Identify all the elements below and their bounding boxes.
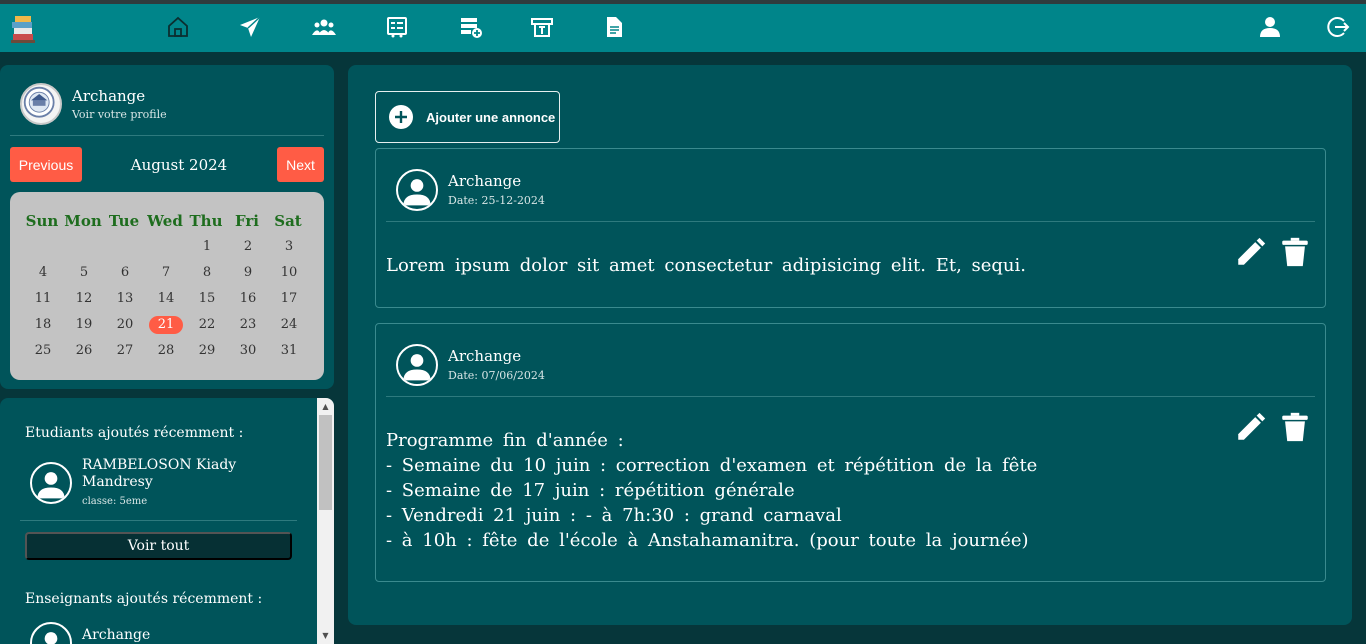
weekday-header: Mon: [64, 212, 102, 230]
calendar-day[interactable]: 12: [67, 290, 101, 308]
calendar-day-today[interactable]: 21: [149, 316, 183, 334]
announcements-panel: Ajouter une annonce Archange Date: 25-12…: [348, 65, 1352, 625]
weekday-header: Wed: [147, 212, 183, 230]
scrollbar[interactable]: ▲ ▼: [317, 398, 334, 644]
view-profile-link[interactable]: Voir votre profile: [72, 108, 167, 121]
teachers-section-title: Enseignants ajoutés récemment :: [25, 591, 263, 607]
home-icon[interactable]: [165, 14, 191, 40]
teacher-name[interactable]: Archange: [82, 627, 282, 644]
scroll-down-arrow[interactable]: ▼: [317, 627, 334, 644]
delete-icon[interactable]: [1278, 410, 1312, 444]
calendar-day[interactable]: 20: [108, 316, 142, 334]
post-author: Archange: [448, 172, 522, 190]
calendar-day[interactable]: 22: [190, 316, 224, 334]
next-month-button[interactable]: Next: [277, 147, 324, 182]
calendar-day[interactable]: 9: [231, 264, 265, 282]
divider: [386, 396, 1315, 397]
send-icon[interactable]: [237, 14, 263, 40]
document-icon[interactable]: [601, 14, 627, 40]
calendar-day[interactable]: 5: [67, 264, 101, 282]
calendar-day[interactable]: 13: [108, 290, 142, 308]
list-icon[interactable]: [384, 14, 410, 40]
calendar-day[interactable]: 29: [190, 342, 224, 360]
student-class: classe: 5eme: [82, 496, 148, 507]
calendar-day[interactable]: 6: [108, 264, 142, 282]
calendar-day[interactable]: 28: [149, 342, 183, 360]
calendar-day[interactable]: 23: [231, 316, 265, 334]
calendar-day[interactable]: 24: [272, 316, 306, 334]
post-body: Lorem ipsum dolor sit amet consectetur a…: [386, 255, 1026, 276]
student-name[interactable]: RAMBELOSON Kiady Mandresy: [82, 457, 282, 491]
calendar-day[interactable]: 14: [149, 290, 183, 308]
users-icon[interactable]: [311, 14, 337, 40]
calendar-day[interactable]: 25: [26, 342, 60, 360]
calendar-day[interactable]: 17: [272, 290, 306, 308]
edit-icon[interactable]: [1234, 235, 1268, 269]
calendar-grid: Sun Mon Tue Wed Thu Fri Sat 1 2 3 4 5 6 7 8 9 10 11 12 13 14…: [10, 192, 324, 380]
student-avatar: [30, 462, 72, 504]
calendar-day[interactable]: 1: [190, 238, 224, 256]
weekday-header: Sat: [274, 212, 302, 230]
calendar-day[interactable]: 31: [272, 342, 306, 360]
calendar-day[interactable]: 15: [190, 290, 224, 308]
profile-calendar-card: Archange Voir votre profile Previous Aug…: [0, 65, 334, 389]
recent-additions-panel: Etudiants ajoutés récemment : RAMBELOSON…: [0, 398, 334, 644]
divider: [20, 520, 297, 521]
see-all-students-button[interactable]: Voir tout: [25, 532, 292, 560]
scroll-up-arrow[interactable]: ▲: [317, 398, 334, 415]
logout-icon[interactable]: [1325, 14, 1351, 40]
list-add-icon[interactable]: [458, 14, 484, 40]
top-navbar: [0, 0, 1366, 52]
author-avatar: [396, 344, 438, 386]
weekday-header: Tue: [108, 212, 140, 230]
calendar-day[interactable]: 30: [231, 342, 265, 360]
weekday-header: Fri: [235, 212, 259, 230]
divider: [386, 221, 1315, 222]
school-logo-avatar[interactable]: [20, 83, 62, 125]
profile-name[interactable]: Archange: [72, 87, 145, 105]
calendar-day[interactable]: 2: [231, 238, 265, 256]
calendar-day[interactable]: 4: [26, 264, 60, 282]
board-icon[interactable]: [529, 14, 555, 40]
calendar-day[interactable]: 16: [231, 290, 265, 308]
calendar-day[interactable]: 18: [26, 316, 60, 334]
books-logo[interactable]: [10, 14, 36, 46]
calendar-day[interactable]: 26: [67, 342, 101, 360]
calendar-day[interactable]: 27: [108, 342, 142, 360]
calendar-day[interactable]: 7: [149, 264, 183, 282]
calendar-day[interactable]: 11: [26, 290, 60, 308]
author-avatar: [396, 169, 438, 211]
announcement-post: Archange Date: 25-12-2024 Lorem ipsum do…: [375, 148, 1326, 308]
teacher-avatar: [30, 622, 72, 644]
post-date: Date: 25-12-2024: [448, 194, 545, 207]
month-label: August 2024: [130, 156, 228, 174]
calendar-day[interactable]: 8: [190, 264, 224, 282]
weekday-header: Thu: [189, 212, 223, 230]
post-body: Programme fin d'année : - Semaine du 10 …: [386, 430, 1038, 551]
weekday-header: Sun: [25, 212, 59, 230]
calendar-day[interactable]: 19: [67, 316, 101, 334]
plus-circle-icon: [389, 105, 413, 129]
post-date: Date: 07/06/2024: [448, 369, 545, 382]
divider: [10, 135, 324, 136]
edit-icon[interactable]: [1234, 410, 1268, 444]
previous-month-button[interactable]: Previous: [10, 147, 82, 182]
delete-icon[interactable]: [1278, 235, 1312, 269]
calendar-day[interactable]: 3: [272, 238, 306, 256]
post-author: Archange: [448, 347, 522, 365]
calendar-day[interactable]: 10: [272, 264, 306, 282]
user-icon[interactable]: [1257, 14, 1283, 40]
students-section-title: Etudiants ajoutés récemment :: [25, 425, 244, 441]
scroll-thumb[interactable]: [319, 415, 332, 510]
announcement-post: Archange Date: 07/06/2024 Programme fin …: [375, 323, 1326, 582]
add-announcement-label: Ajouter une annonce: [426, 109, 556, 125]
add-announcement-button[interactable]: Ajouter une annonce: [375, 91, 560, 143]
